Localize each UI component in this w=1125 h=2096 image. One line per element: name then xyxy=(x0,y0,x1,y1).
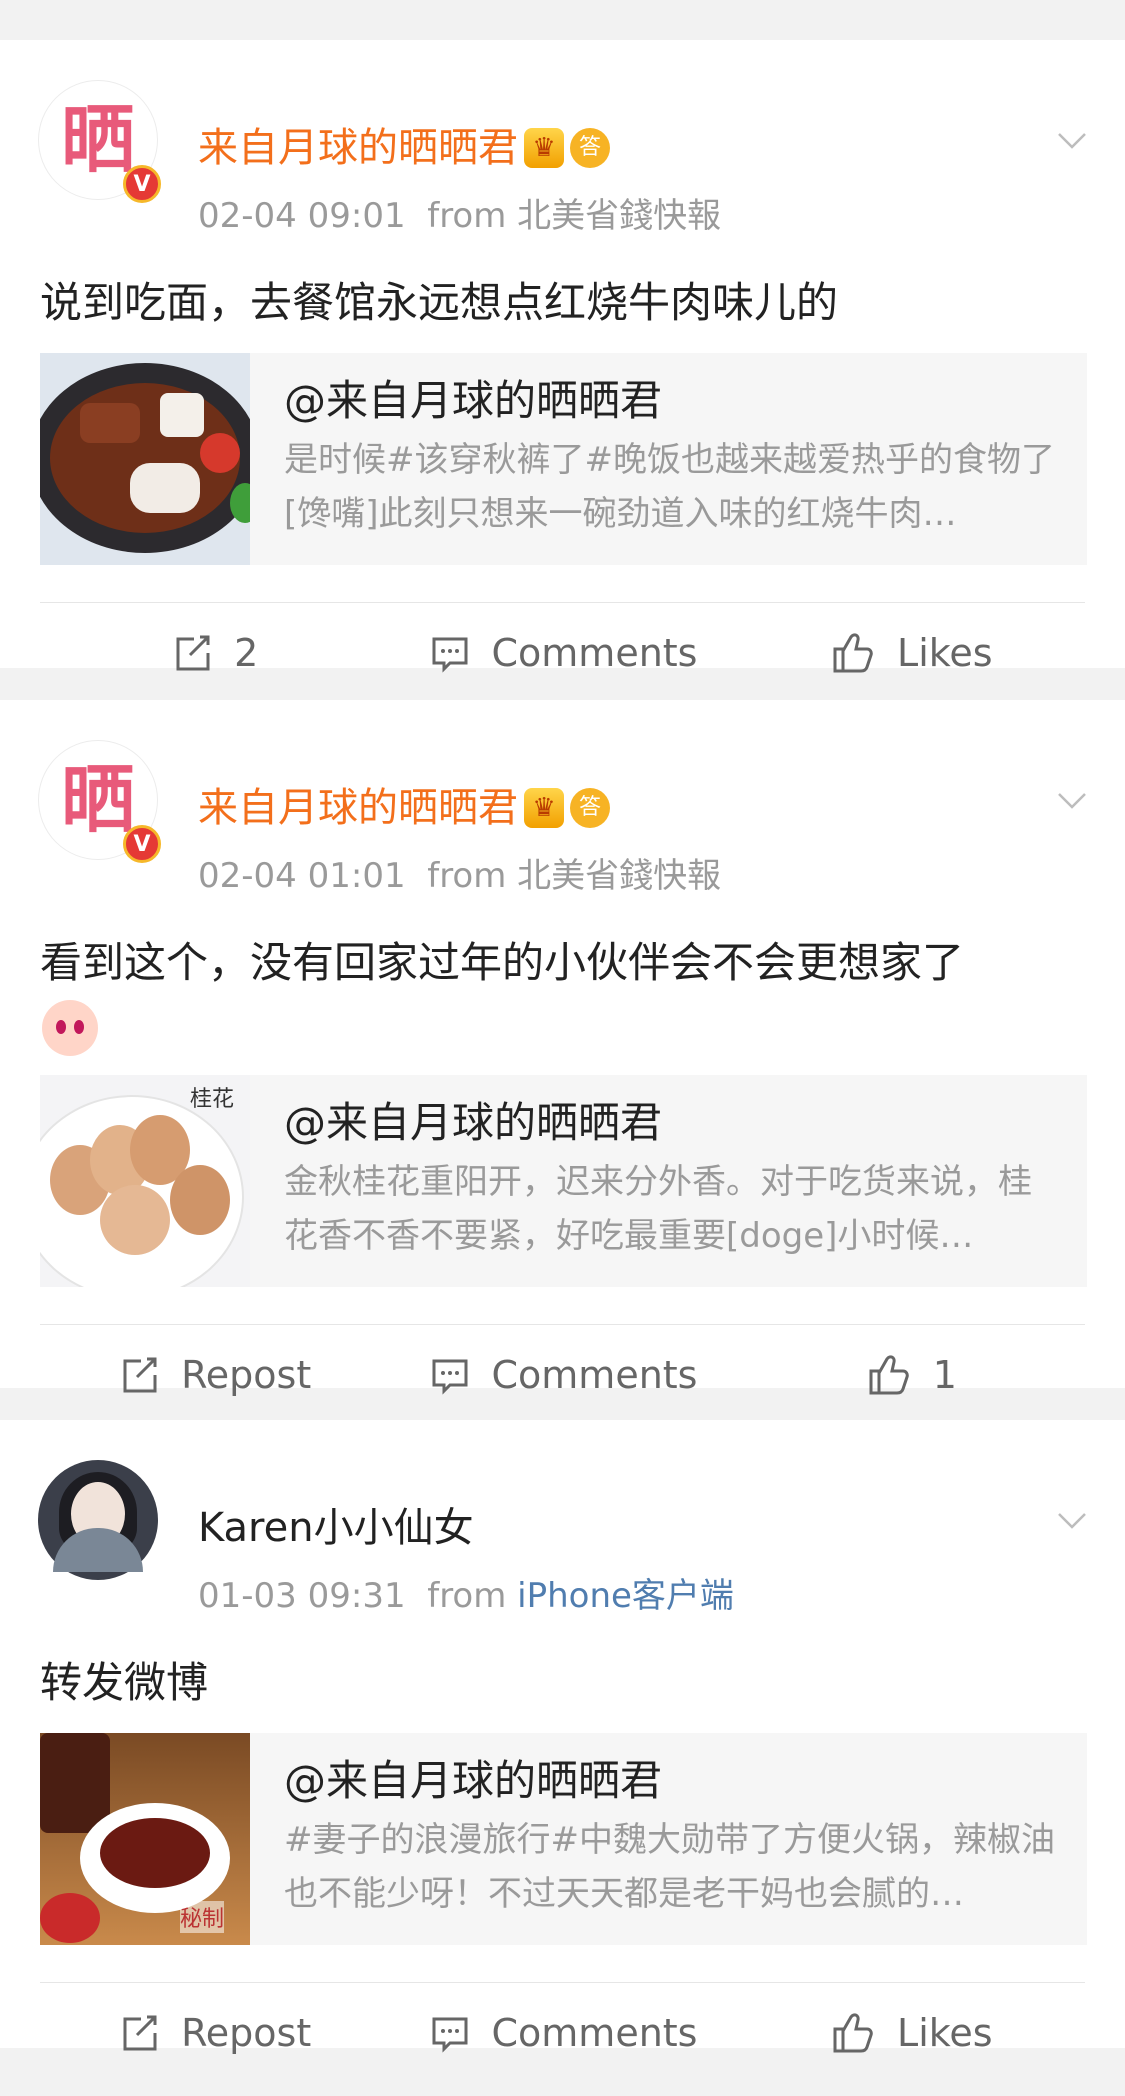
username[interactable]: Karen小小仙女 xyxy=(198,1504,474,1552)
post-meta: 02-04 01:01 from 北美省錢快報 xyxy=(198,848,721,897)
comments-label: Comments xyxy=(491,1353,698,1397)
like-icon xyxy=(869,1355,909,1395)
feed-post[interactable]: 晒 V 来自月球的晒晒君 ♛ 答 02-04 09:01 from 北美省錢快報… xyxy=(0,40,1125,675)
comments-label: Comments xyxy=(491,2011,698,2055)
feed-post[interactable]: 晒 V 来自月球的晒晒君 ♛ 答 02-04 01:01 from 北美省錢快報… xyxy=(0,700,1125,1397)
avatar[interactable] xyxy=(38,1460,158,1580)
chevron-down-icon[interactable] xyxy=(1057,132,1087,162)
post-text: 说到吃面，去餐馆永远想点红烧牛肉味儿的 xyxy=(40,278,839,327)
username-row[interactable]: Karen小小仙女 xyxy=(198,1504,474,1552)
avatar[interactable]: 晒 V xyxy=(38,80,161,203)
quoted-post-card[interactable]: 桂花 @来自月球的晒晒君 金秋桂花重阳开，迟来分外香。对于吃货来说，桂花香不香不… xyxy=(40,1075,1087,1287)
post-source-link[interactable]: iPhone客户端 xyxy=(517,1576,734,1616)
quote-body: #妻子的浪漫旅行#中魏大勋带了方便火锅，辣椒油也不能少呀！不过天天都是老干妈也会… xyxy=(284,1820,1055,1914)
from-label: from xyxy=(427,856,507,896)
avatar-logo: 晒 xyxy=(61,757,135,843)
repost-button[interactable]: Repost xyxy=(40,1325,388,1425)
quote-thumbnail: 桂花 xyxy=(40,1075,250,1287)
likes-label: Likes xyxy=(897,631,993,675)
likes-button[interactable]: Likes xyxy=(737,1983,1085,2083)
post-time: 02-04 09:01 xyxy=(198,196,406,236)
likes-button[interactable]: Likes xyxy=(737,603,1085,703)
from-label: from xyxy=(427,196,507,236)
post-time: 01-03 09:31 xyxy=(198,1576,406,1616)
repost-label: Repost xyxy=(181,2011,312,2055)
quote-title[interactable]: @来自月球的晒晒君 xyxy=(284,373,1061,429)
comments-button[interactable]: Comments xyxy=(388,1983,736,2083)
thumb-label: 桂花 xyxy=(190,1087,235,1112)
post-time: 02-04 01:01 xyxy=(198,856,406,896)
answer-icon: 答 xyxy=(570,788,610,828)
like-icon xyxy=(833,2013,873,2053)
comment-icon xyxy=(432,2017,467,2053)
comment-icon xyxy=(432,1359,467,1395)
chevron-down-icon[interactable] xyxy=(1057,792,1087,822)
quote-body: 是时候#该穿秋裤了#晚饭也越来越爱热乎的食物了[馋嘴]此刻只想来一碗劲道入味的红… xyxy=(284,440,1055,534)
repost-icon xyxy=(176,635,210,671)
username-row[interactable]: 来自月球的晒晒君 ♛ 答 xyxy=(198,124,610,172)
thumb-label: 秘制 xyxy=(180,1901,225,1933)
quote-title[interactable]: @来自月球的晒晒君 xyxy=(284,1095,1061,1151)
username-row[interactable]: 来自月球的晒晒君 ♛ 答 xyxy=(198,784,610,832)
like-icon xyxy=(833,633,873,673)
verified-badge-icon: V xyxy=(123,825,161,863)
verified-badge-icon: V xyxy=(123,165,161,203)
username[interactable]: 来自月球的晒晒君 xyxy=(198,124,518,172)
top-spacer xyxy=(0,0,1125,40)
answer-icon: 答 xyxy=(570,128,610,168)
likes-button[interactable]: 1 xyxy=(737,1325,1085,1425)
quote-thumbnail: 秘制 xyxy=(40,1733,250,1945)
repost-button[interactable]: 2 xyxy=(40,603,388,703)
username[interactable]: 来自月球的晒晒君 xyxy=(198,784,518,832)
comments-label: Comments xyxy=(491,631,698,675)
comment-icon xyxy=(432,637,467,673)
quoted-post-card[interactable]: @来自月球的晒晒君 是时候#该穿秋裤了#晚饭也越来越爱热乎的食物了[馋嘴]此刻只… xyxy=(40,353,1087,565)
likes-label: Likes xyxy=(897,2011,993,2055)
repost-count: 2 xyxy=(234,631,259,675)
post-actions: Repost Comments 1 xyxy=(40,1324,1085,1425)
post-source: 北美省錢快報 xyxy=(517,856,722,896)
quote-title[interactable]: @来自月球的晒晒君 xyxy=(284,1753,1061,1809)
quoted-post-card[interactable]: 秘制 @来自月球的晒晒君 #妻子的浪漫旅行#中魏大勋带了方便火锅，辣椒油也不能少… xyxy=(40,1733,1087,1945)
post-text: 转发微博 xyxy=(40,1658,209,1707)
avatar[interactable]: 晒 V xyxy=(38,740,161,863)
repost-button[interactable]: Repost xyxy=(40,1983,388,2083)
post-text: 看到这个，没有回家过年的小伙伴会不会更想家了 xyxy=(40,938,965,987)
repost-icon xyxy=(123,2015,157,2051)
crown-icon: ♛ xyxy=(524,128,564,168)
crown-icon: ♛ xyxy=(524,788,564,828)
quote-thumbnail xyxy=(40,353,250,565)
quote-text: @来自月球的晒晒君 金秋桂花重阳开，迟来分外香。对于吃货来说，桂花香不香不要紧，… xyxy=(250,1075,1087,1287)
likes-count: 1 xyxy=(932,1353,957,1397)
quote-body: 金秋桂花重阳开，迟来分外香。对于吃货来说，桂花香不香不要紧，好吃最重要[doge… xyxy=(284,1162,1032,1256)
post-actions: Repost Comments Likes xyxy=(40,1982,1085,2083)
post-meta: 01-03 09:31 from iPhone客户端 xyxy=(198,1568,734,1617)
comments-button[interactable]: Comments xyxy=(388,1325,736,1425)
chevron-down-icon[interactable] xyxy=(1057,1512,1087,1542)
avatar-logo: 晒 xyxy=(61,97,135,183)
feed-post[interactable]: Karen小小仙女 01-03 09:31 from iPhone客户端 转发微… xyxy=(0,1420,1125,2055)
repost-label: Repost xyxy=(181,1353,312,1397)
post-source: 北美省錢快報 xyxy=(517,196,722,236)
repost-icon xyxy=(123,1357,157,1393)
tearful-emoji-icon xyxy=(42,1000,98,1056)
post-meta: 02-04 09:01 from 北美省錢快報 xyxy=(198,188,721,237)
post-actions: 2 Comments Likes xyxy=(40,602,1085,703)
quote-text: @来自月球的晒晒君 #妻子的浪漫旅行#中魏大勋带了方便火锅，辣椒油也不能少呀！不… xyxy=(250,1733,1087,1945)
comments-button[interactable]: Comments xyxy=(388,603,736,703)
from-label: from xyxy=(427,1576,507,1616)
quote-text: @来自月球的晒晒君 是时候#该穿秋裤了#晚饭也越来越爱热乎的食物了[馋嘴]此刻只… xyxy=(250,353,1087,565)
